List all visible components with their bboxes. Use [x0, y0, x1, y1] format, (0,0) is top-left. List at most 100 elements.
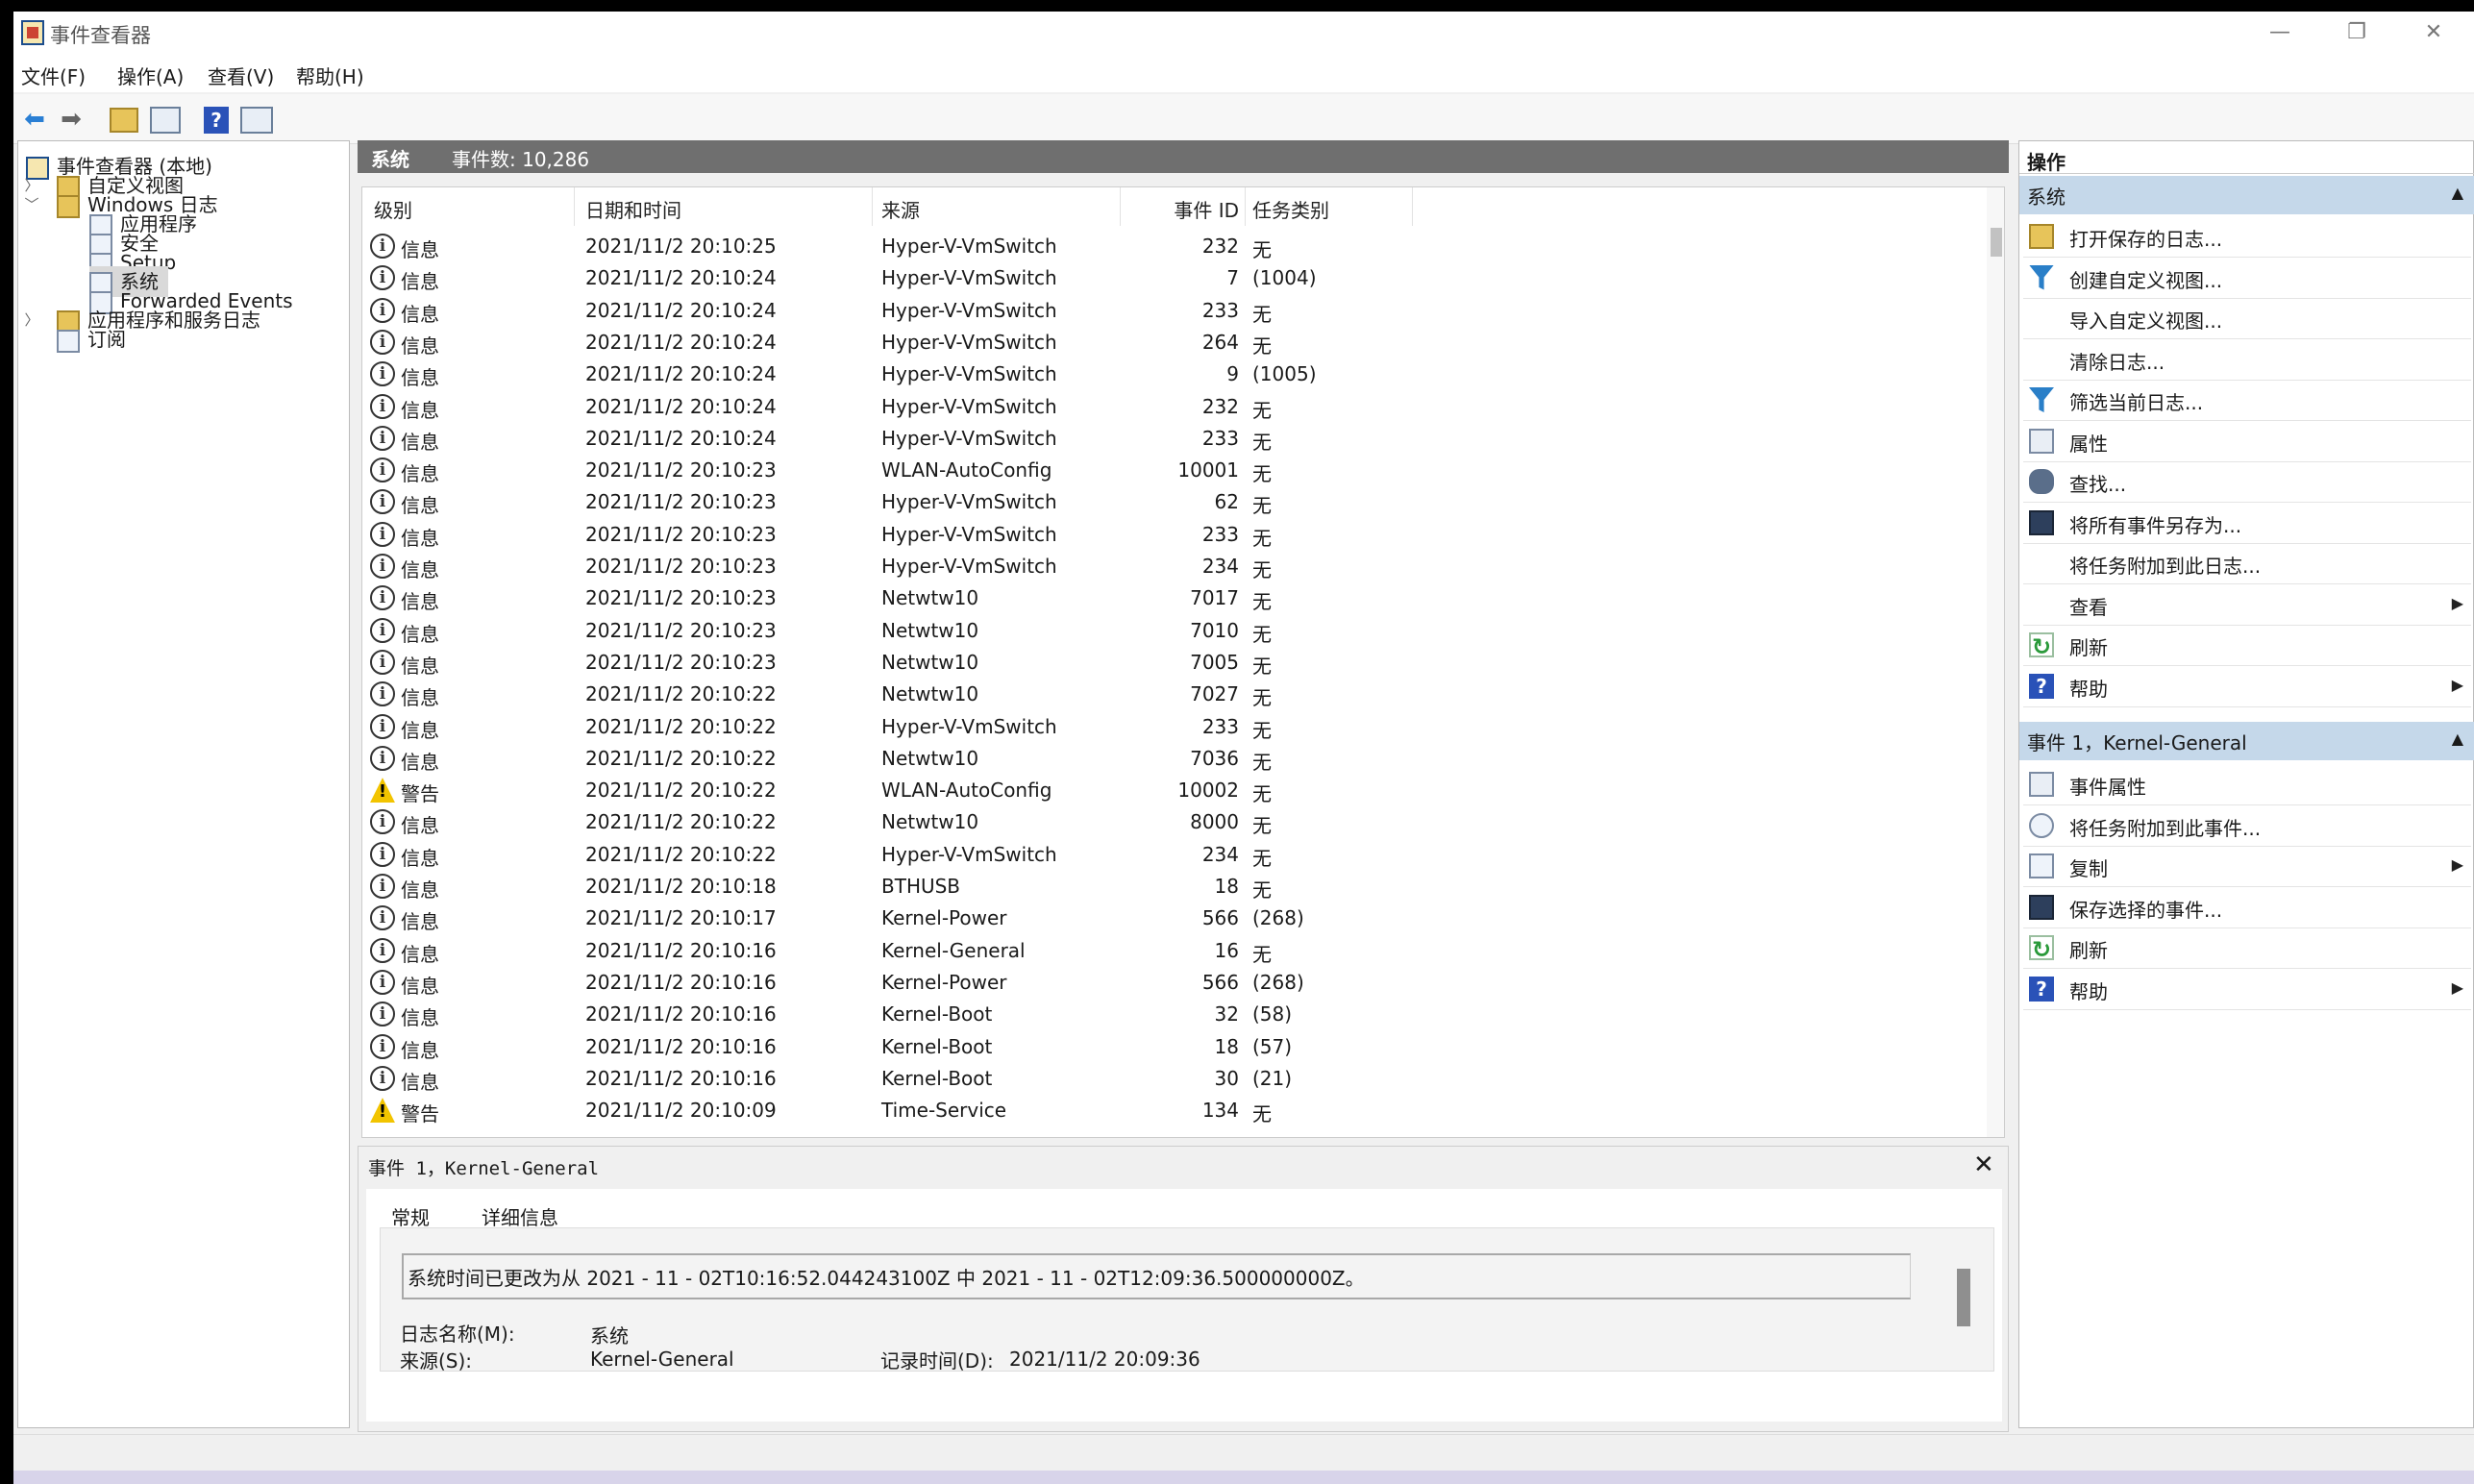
table-row[interactable]: i 信息 2021/11/2 20:10:22 Hyper-V-VmSwitch 234… — [362, 838, 1987, 870]
action-item[interactable]: ↻ 刷新 — [2019, 928, 2474, 968]
table-row[interactable]: i 信息 2021/11/2 20:10:24 Hyper-V-VmSwitch 9 (1… — [362, 358, 1987, 389]
event-id: 30 — [1214, 1066, 1239, 1090]
action-item[interactable]: 事件属性 — [2019, 764, 2474, 804]
event-level: 信息 — [401, 526, 439, 550]
action-item[interactable]: 复制 ▶ — [2019, 846, 2474, 886]
menu-help[interactable]: 帮助(H) — [296, 62, 364, 89]
event-level: 信息 — [401, 1006, 439, 1030]
menu-view[interactable]: 查看(V) — [208, 62, 274, 89]
action-item[interactable]: 创建自定义视图... — [2019, 258, 2474, 298]
show-hide-action-pane-icon[interactable] — [240, 107, 273, 134]
event-description[interactable]: 系统时间已更改为从 2021 - 11 - 02T10:16:52.044243… — [402, 1253, 1911, 1299]
action-label: 保存选择的事件... — [2069, 898, 2223, 922]
table-row[interactable]: i 信息 2021/11/2 20:10:22 Netwtw10 7027 无 — [362, 678, 1987, 709]
event-time: 2021/11/2 20:10:16 — [585, 1034, 777, 1058]
tab-general[interactable]: 常规 — [387, 1202, 433, 1230]
action-item[interactable]: 导入自定义视图... — [2019, 298, 2474, 338]
action-item[interactable]: 保存选择的事件... — [2019, 887, 2474, 928]
forward-arrow-icon[interactable]: ➡ — [56, 104, 87, 135]
close-button[interactable]: ✕ — [2407, 17, 2461, 48]
action-item[interactable]: 将所有事件另存为... — [2019, 503, 2474, 543]
table-row[interactable]: i 信息 2021/11/2 20:10:24 Hyper-V-VmSwitch 233… — [362, 294, 1987, 326]
action-item[interactable]: 将任务附加到此日志... — [2019, 543, 2474, 583]
source-label: 来源(S): — [400, 1349, 473, 1373]
column-divider[interactable] — [1245, 187, 1246, 226]
event-time: 2021/11/2 20:10:24 — [585, 394, 777, 418]
event-task: 无 — [1252, 622, 1272, 646]
collapse-caret-icon[interactable]: ▲ — [2452, 184, 2463, 202]
column-header-source[interactable]: 来源 — [881, 195, 920, 223]
table-row[interactable]: i 信息 2021/11/2 20:10:18 BTHUSB 18 无 — [362, 870, 1987, 902]
scrollbar-thumb[interactable] — [1991, 228, 2002, 257]
table-row[interactable]: i 信息 2021/11/2 20:10:16 Kernel-Boot 18 (57) — [362, 1030, 1987, 1062]
table-row[interactable]: i 信息 2021/11/2 20:10:23 Hyper-V-VmSwitch 234… — [362, 550, 1987, 581]
table-row[interactable]: i 信息 2021/11/2 20:10:16 Kernel-Boot 30 (21) — [362, 1062, 1987, 1094]
back-arrow-icon[interactable]: ⬅ — [19, 104, 50, 135]
event-time: 2021/11/2 20:10:16 — [585, 1066, 777, 1090]
column-divider[interactable] — [872, 187, 873, 226]
tree-node-subscriptions[interactable]: 订阅 — [57, 324, 126, 355]
table-row[interactable]: i 信息 2021/11/2 20:10:22 Hyper-V-VmSwitch 233… — [362, 710, 1987, 742]
action-item[interactable]: 属性 — [2019, 421, 2474, 461]
table-row[interactable]: i 信息 2021/11/2 20:10:22 Netwtw10 8000 无 — [362, 805, 1987, 837]
column-divider[interactable] — [1120, 187, 1121, 226]
table-row[interactable]: i 信息 2021/11/2 20:10:24 Hyper-V-VmSwitch 232… — [362, 390, 1987, 422]
table-row[interactable]: i 信息 2021/11/2 20:10:16 Kernel-Power 566 (268… — [362, 966, 1987, 998]
table-row[interactable]: i 信息 2021/11/2 20:10:23 Netwtw10 7010 无 — [362, 614, 1987, 646]
table-row[interactable]: i 信息 2021/11/2 20:10:16 Kernel-Boot 32 (58) — [362, 998, 1987, 1029]
column-header-event-id[interactable]: 事件 ID — [1129, 195, 1239, 223]
event-task: 无 — [1252, 654, 1272, 678]
action-item[interactable]: 清除日志... — [2019, 339, 2474, 380]
event-level: 信息 — [401, 878, 439, 902]
menu-action[interactable]: 操作(A) — [117, 62, 184, 89]
tab-details[interactable]: 详细信息 — [482, 1202, 558, 1230]
info-icon: i — [370, 425, 395, 451]
table-row[interactable]: i 信息 2021/11/2 20:10:23 Hyper-V-VmSwitch 233… — [362, 518, 1987, 550]
actions-section-event[interactable]: 事件 1，Kernel-General ▲ — [2019, 722, 2474, 760]
column-divider[interactable] — [574, 187, 575, 226]
table-row[interactable]: i 信息 2021/11/2 20:10:22 Netwtw10 7036 无 — [362, 742, 1987, 774]
collapse-caret-icon[interactable]: ▲ — [2452, 730, 2463, 748]
detail-close-icon[interactable]: ✕ — [1973, 1150, 1994, 1179]
table-row[interactable]: i 信息 2021/11/2 20:10:23 Netwtw10 7005 无 — [362, 646, 1987, 678]
detail-scrollbar-thumb[interactable] — [1957, 1269, 1970, 1326]
table-row[interactable]: i 信息 2021/11/2 20:10:23 Hyper-V-VmSwitch 62 无 — [362, 485, 1987, 517]
maximize-button[interactable]: ❐ — [2330, 17, 2384, 48]
action-item[interactable]: 将任务附加到此事件... — [2019, 805, 2474, 846]
column-header-task-category[interactable]: 任务类别 — [1252, 195, 1329, 223]
action-item[interactable]: 查找... — [2019, 461, 2474, 502]
action-item[interactable]: ? 帮助 ▶ — [2019, 969, 2474, 1009]
event-level: 信息 — [401, 1070, 439, 1094]
action-item[interactable]: 打开保存的日志... — [2019, 216, 2474, 257]
logged-value: 2021/11/2 20:09:36 — [1009, 1348, 1200, 1371]
menu-file[interactable]: 文件(F) — [21, 62, 86, 89]
show-hide-console-tree-icon[interactable] — [150, 107, 181, 134]
chevron-right-icon[interactable]: 〉 — [22, 309, 41, 330]
chevron-down-icon[interactable]: ﹀ — [22, 194, 41, 214]
event-list-scrollbar[interactable] — [1987, 187, 2004, 1137]
event-time: 2021/11/2 20:10:23 — [585, 458, 777, 482]
action-item[interactable]: 查看 ▶ — [2019, 584, 2474, 625]
action-item[interactable]: 筛选当前日志... — [2019, 380, 2474, 420]
minimize-button[interactable]: — — [2253, 17, 2307, 48]
actions-section-system[interactable]: 系统 ▲ — [2019, 176, 2474, 214]
table-row[interactable]: i 信息 2021/11/2 20:10:16 Kernel-General 16 无 — [362, 934, 1987, 966]
table-row[interactable]: ! 警告 2021/11/2 20:10:22 WLAN-AutoConfig 1000… — [362, 774, 1987, 805]
table-row[interactable]: i 信息 2021/11/2 20:10:24 Hyper-V-VmSwitch 233… — [362, 422, 1987, 454]
column-header-level[interactable]: 级别 — [374, 195, 412, 223]
table-row[interactable]: i 信息 2021/11/2 20:10:25 Hyper-V-VmSwitch 232… — [362, 230, 1987, 261]
help-icon[interactable]: ? — [204, 107, 229, 134]
table-row[interactable]: i 信息 2021/11/2 20:10:23 WLAN-AutoConfig 1000… — [362, 454, 1987, 485]
action-item[interactable]: ? 帮助 ▶ — [2019, 666, 2474, 706]
action-item[interactable]: ↻ 刷新 — [2019, 625, 2474, 665]
table-row[interactable]: i 信息 2021/11/2 20:10:17 Kernel-Power 566 (268… — [362, 902, 1987, 933]
table-row[interactable]: i 信息 2021/11/2 20:10:23 Netwtw10 7017 无 — [362, 581, 1987, 613]
table-row[interactable]: ! 警告 2021/11/2 20:10:09 Time-Service 134 无 — [362, 1094, 1987, 1125]
event-count: 事件数: 10,286 — [452, 148, 590, 171]
column-header-datetime[interactable]: 日期和时间 — [585, 195, 681, 223]
table-row[interactable]: i 信息 2021/11/2 20:10:24 Hyper-V-VmSwitch 264… — [362, 326, 1987, 358]
table-row[interactable]: i 信息 2021/11/2 20:10:24 Hyper-V-VmSwitch 7 (1… — [362, 261, 1987, 293]
open-folder-icon[interactable] — [110, 108, 138, 133]
column-divider[interactable] — [1412, 187, 1413, 226]
chevron-right-icon[interactable]: 〉 — [22, 175, 41, 195]
